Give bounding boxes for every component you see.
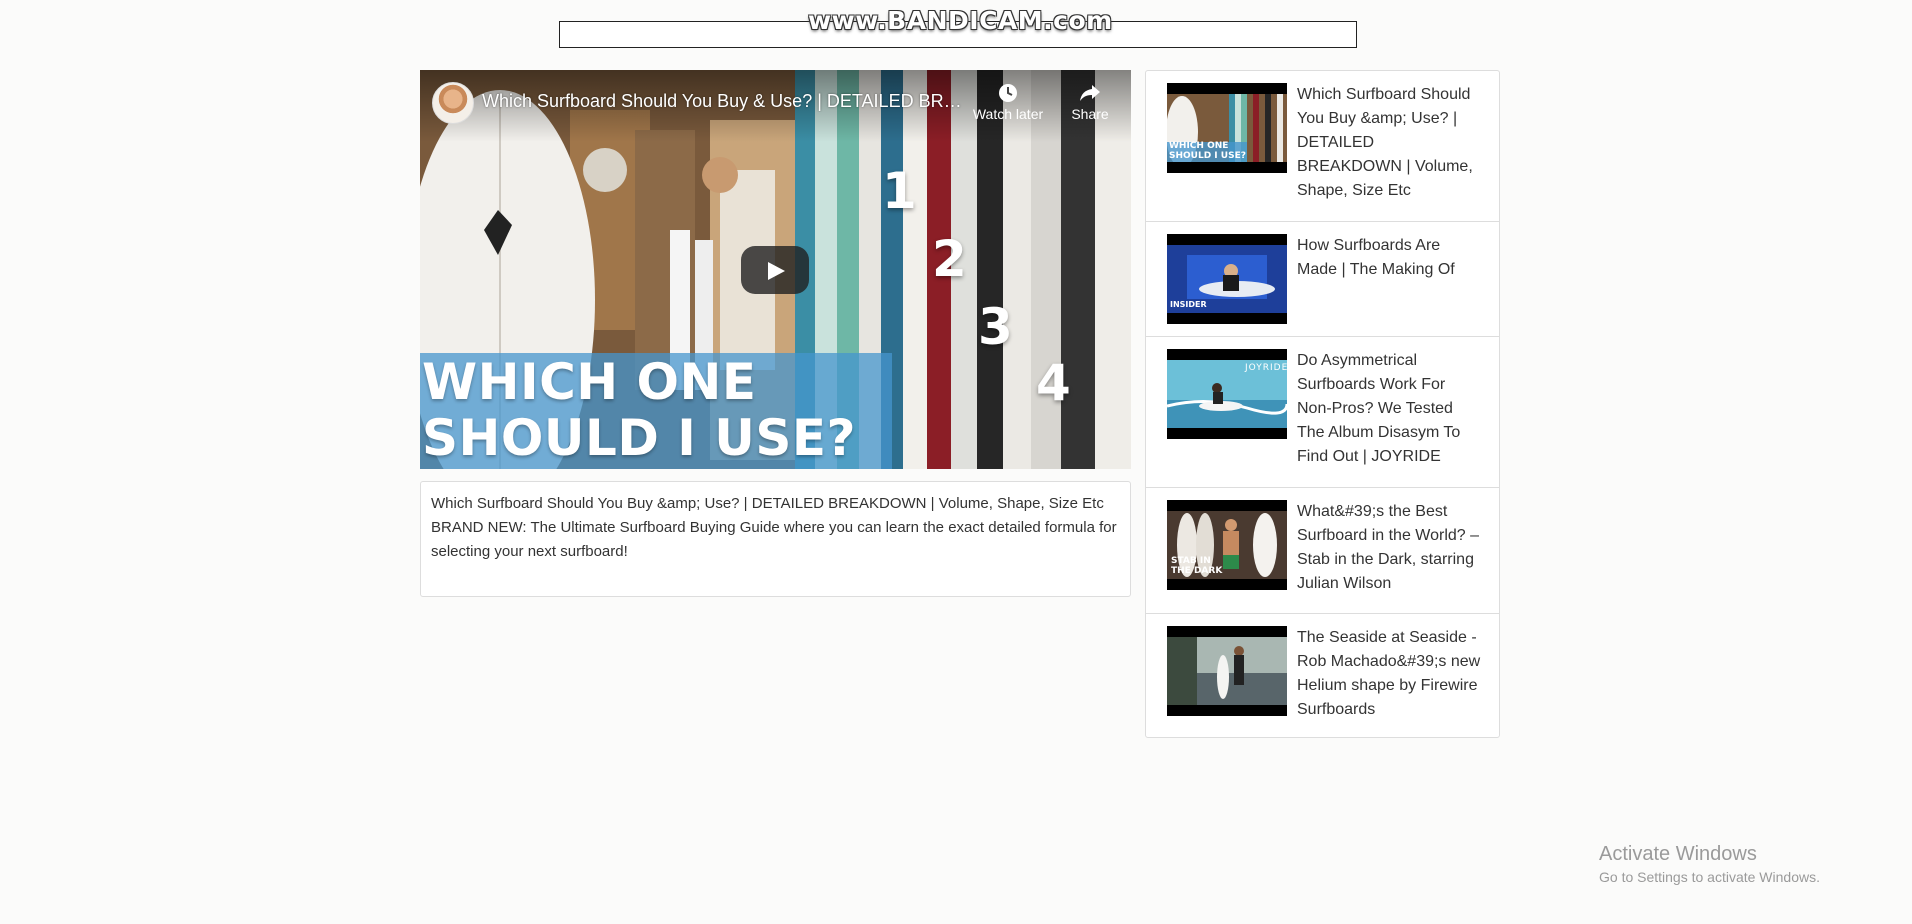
video-title[interactable]: Do Asymmetrical Surfboards Work For Non-… bbox=[1297, 349, 1482, 469]
overlay-line-1: WHICH ONE bbox=[422, 353, 757, 411]
share-label: Share bbox=[1071, 106, 1109, 122]
thumbnail-caption: STAB IN THE DARK bbox=[1171, 556, 1223, 576]
video-thumbnail[interactable]: WHICH ONE SHOULD I USE? bbox=[1167, 83, 1287, 173]
overlay-number-2: 2 bbox=[932, 230, 967, 288]
description-body: BRAND NEW: The Ultimate Surfboard Buying… bbox=[431, 519, 1117, 560]
activate-windows-notice: Activate Windows Go to Settings to activ… bbox=[1599, 843, 1820, 885]
video-thumbnail[interactable]: STAB IN THE DARK bbox=[1167, 500, 1287, 590]
list-item[interactable]: WHICH ONE SHOULD I USE? Which Surfboard … bbox=[1146, 71, 1499, 222]
video-title[interactable]: Which Surfboard Should You Buy &amp; Use… bbox=[1297, 83, 1482, 203]
video-thumbnail[interactable]: INSIDER bbox=[1167, 234, 1287, 324]
bandicam-watermark: www.BANDICAM.com bbox=[808, 6, 1113, 35]
video-title[interactable]: The Seaside at Seaside - Rob Machado&#39… bbox=[1297, 626, 1482, 722]
watch-later-button[interactable]: Watch later bbox=[968, 82, 1048, 122]
thumbnail-image bbox=[1167, 637, 1287, 705]
list-item[interactable]: The Seaside at Seaside - Rob Machado&#39… bbox=[1146, 614, 1499, 739]
play-button[interactable] bbox=[741, 246, 809, 294]
video-player[interactable]: Which Surfboard Should You Buy & Use? | … bbox=[420, 70, 1131, 469]
video-description-panel: Which Surfboard Should You Buy &amp; Use… bbox=[420, 481, 1131, 597]
video-thumbnail[interactable]: JOYRIDE bbox=[1167, 349, 1287, 439]
list-item[interactable]: STAB IN THE DARK What&#39;s the Best Sur… bbox=[1146, 488, 1499, 614]
share-icon bbox=[1060, 82, 1120, 106]
related-videos-list: WHICH ONE SHOULD I USE? Which Surfboard … bbox=[1145, 70, 1500, 738]
overlay-number-3: 3 bbox=[978, 298, 1013, 356]
overlay-number-4: 4 bbox=[1036, 354, 1071, 412]
thumbnail-caption: WHICH ONE SHOULD I USE? bbox=[1169, 141, 1246, 161]
share-button[interactable]: Share bbox=[1060, 82, 1120, 122]
activate-windows-title: Activate Windows bbox=[1599, 843, 1757, 865]
description-title: Which Surfboard Should You Buy &amp; Use… bbox=[431, 495, 1104, 512]
thumbnail-caption: INSIDER bbox=[1170, 300, 1207, 309]
channel-avatar[interactable] bbox=[432, 82, 474, 124]
overlay-title-text: WHICH ONE SHOULD I USE? bbox=[422, 354, 856, 466]
overlay-number-1: 1 bbox=[882, 162, 917, 220]
video-title[interactable]: What&#39;s the Best Surfboard in the Wor… bbox=[1297, 500, 1482, 596]
video-title[interactable]: How Surfboards Are Made | The Making Of bbox=[1297, 234, 1482, 282]
player-title[interactable]: Which Surfboard Should You Buy & Use? | … bbox=[482, 91, 962, 112]
clock-icon bbox=[968, 82, 1048, 106]
list-item[interactable]: JOYRIDE Do Asymmetrical Surfboards Work … bbox=[1146, 337, 1499, 488]
overlay-line-2: SHOULD I USE? bbox=[422, 409, 857, 467]
video-thumbnail[interactable] bbox=[1167, 626, 1287, 716]
activate-windows-subtitle: Go to Settings to activate Windows. bbox=[1599, 869, 1820, 885]
list-item[interactable]: INSIDER How Surfboards Are Made | The Ma… bbox=[1146, 222, 1499, 337]
thumbnail-caption: JOYRIDE bbox=[1245, 363, 1287, 373]
watch-later-label: Watch later bbox=[972, 106, 1044, 122]
